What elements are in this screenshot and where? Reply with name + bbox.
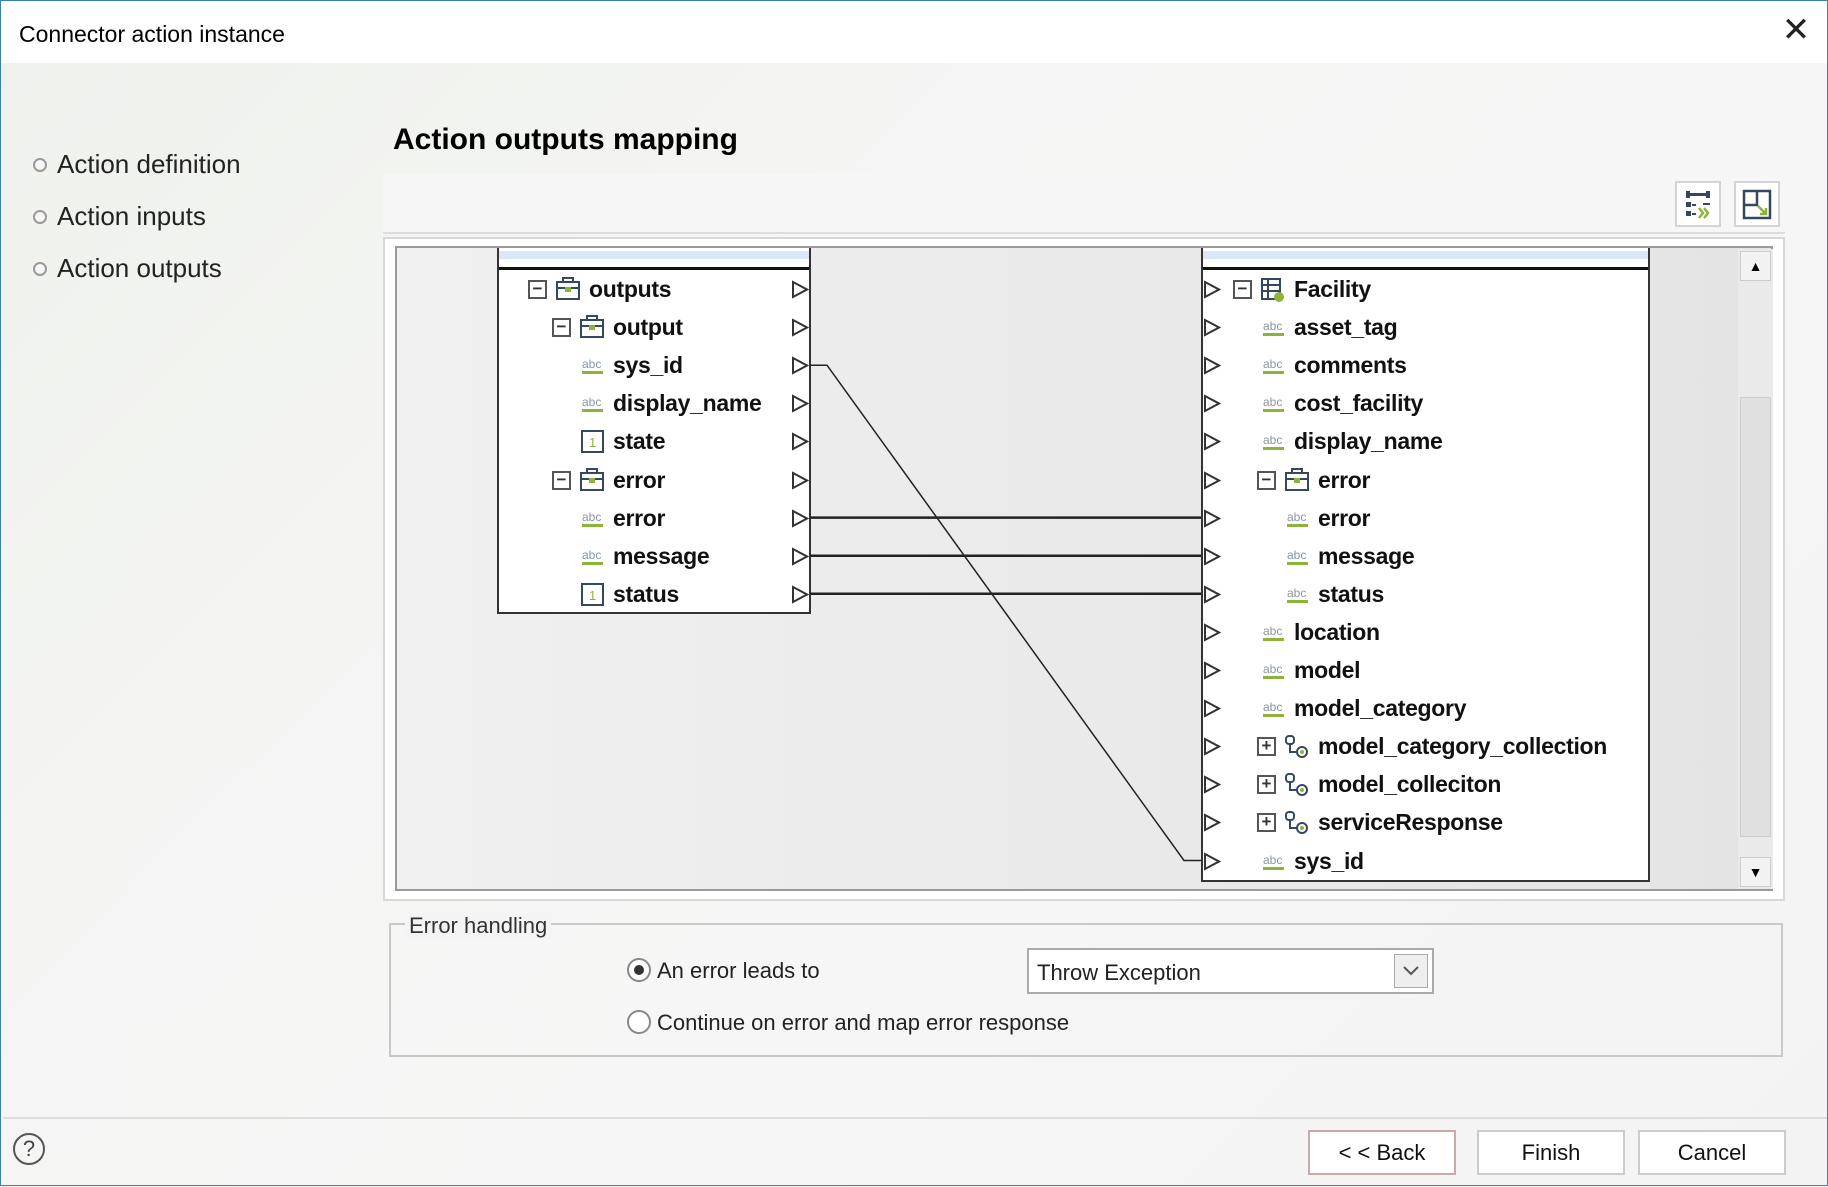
vertical-scrollbar[interactable]: ▲ ▼ (1738, 249, 1773, 889)
cancel-button[interactable]: Cancel (1638, 1130, 1786, 1175)
finish-button[interactable]: Finish (1477, 1130, 1625, 1175)
dialog-window: Connector action instance ✕ Action defin… (0, 0, 1828, 1186)
scroll-up-button[interactable]: ▲ (1740, 251, 1771, 281)
help-icon[interactable]: ? (13, 1133, 45, 1165)
error-handling-legend: Error handling (405, 913, 552, 939)
chevron-down-icon[interactable] (1394, 954, 1428, 988)
back-button[interactable]: < < Back (1308, 1130, 1456, 1175)
scroll-thumb[interactable] (1740, 397, 1771, 837)
radio-continue-on-error[interactable] (627, 1010, 651, 1034)
mapping-line[interactable] (810, 364, 1201, 862)
error-action-select[interactable]: Throw Exception (1027, 948, 1434, 994)
radio-label: Continue on error and map error response (657, 1010, 1070, 1035)
scroll-down-button[interactable]: ▼ (1740, 857, 1771, 887)
footer-divider (3, 1117, 1827, 1119)
select-value: Throw Exception (1037, 960, 1201, 985)
radio-error-leads-to[interactable] (627, 958, 651, 982)
radio-label: An error leads to (657, 958, 820, 983)
